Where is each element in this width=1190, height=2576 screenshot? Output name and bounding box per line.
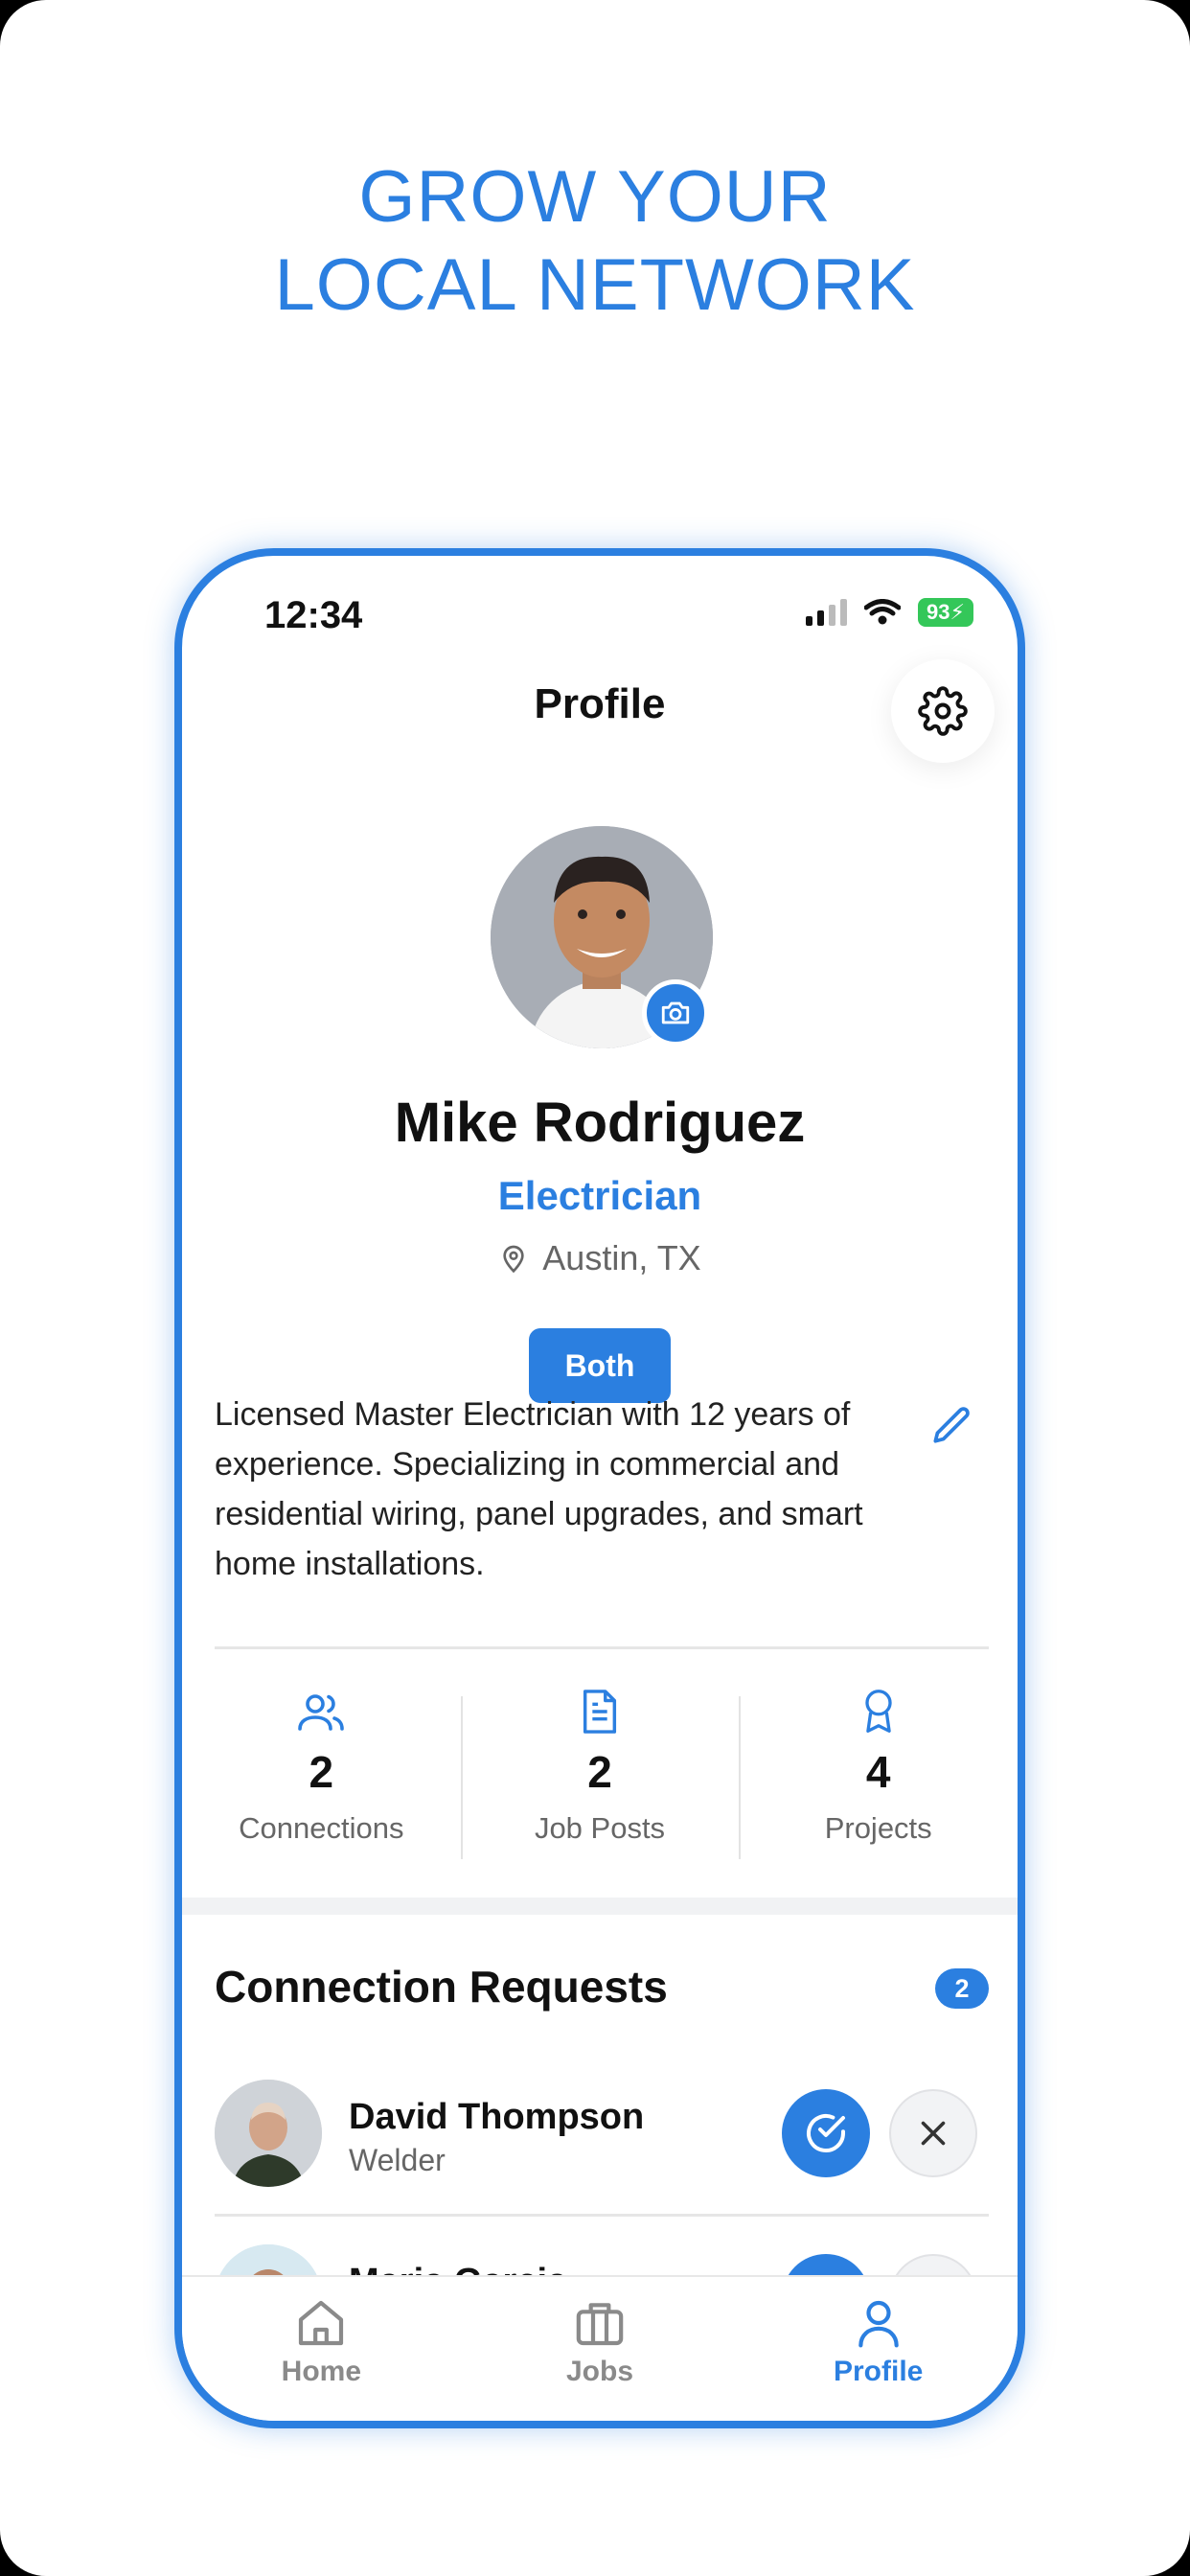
profile-screen: 12:34 93 ⚡ Profile Mike Rodriguez Electr… xyxy=(182,556,1018,2421)
profile-role: Electrician xyxy=(497,1173,702,1218)
stat-value: 4 xyxy=(865,1747,891,1797)
app-store-canvas: GROW YOUR LOCAL NETWORK 12:34 93 ⚡ Profil… xyxy=(0,0,1190,2576)
profile-name: Mike Rodriguez xyxy=(394,1092,806,1154)
request-role: Welder xyxy=(349,2143,446,2177)
headline-line-1: GROW YOUR xyxy=(358,156,832,238)
cellular-signal-icon xyxy=(806,599,847,626)
avatar xyxy=(215,2080,322,2187)
users-icon xyxy=(298,1694,345,1731)
document-icon xyxy=(583,1690,617,1734)
request-name: David Thompson xyxy=(349,2097,645,2137)
location-text: Austin, TX xyxy=(542,1238,701,1277)
phone-frame: 12:34 93 ⚡ Profile Mike Rodriguez Electr… xyxy=(174,548,1025,2428)
settings-button[interactable] xyxy=(891,659,995,763)
section-divider xyxy=(215,1646,989,1649)
wifi-icon xyxy=(864,599,901,625)
headline-line-2: LOCAL NETWORK xyxy=(274,244,916,326)
tab-label: Home xyxy=(281,2356,362,2387)
connection-request-item[interactable]: David Thompson Welder xyxy=(215,2080,989,2189)
gear-icon xyxy=(918,686,968,736)
profile-location: Austin, TX xyxy=(182,1238,1018,1278)
stat-value: 2 xyxy=(309,1747,334,1797)
decline-request-button[interactable] xyxy=(889,2089,977,2177)
close-icon xyxy=(921,2121,946,2146)
marketing-headline: GROW YOUR LOCAL NETWORK xyxy=(0,153,1190,330)
bottom-tab-bar: Home Jobs Profile xyxy=(182,2275,1018,2421)
profile-bio: Licensed Master Electrician with 12 year… xyxy=(215,1396,863,1582)
camera-icon xyxy=(661,1001,690,1024)
tab-label: Profile xyxy=(834,2356,924,2387)
tab-label: Jobs xyxy=(565,2356,634,2387)
stat-label: Job Posts xyxy=(534,1811,666,1845)
status-time: 12:34 xyxy=(264,594,363,636)
stat-value: 2 xyxy=(587,1747,612,1797)
stat-projects[interactable]: 4 Projects xyxy=(739,1687,1018,1859)
battery-icon: 93 ⚡ xyxy=(918,598,973,627)
tab-profile[interactable]: Profile xyxy=(739,2277,1018,2421)
check-circle-icon xyxy=(807,2114,845,2152)
briefcase-icon xyxy=(576,2303,624,2346)
list-divider xyxy=(215,2214,989,2217)
status-icons: 93 ⚡ xyxy=(806,598,973,627)
edit-bio-button[interactable] xyxy=(927,1401,975,1449)
battery-level: 93 xyxy=(927,600,950,624)
profile-stats: 2 Connections 2 Job Posts 4 Projects xyxy=(182,1687,1018,1859)
home-icon xyxy=(299,2300,344,2346)
requests-count-badge: 2 xyxy=(935,1968,989,2009)
stat-label: Connections xyxy=(239,1811,404,1845)
stat-job-posts[interactable]: 2 Job Posts xyxy=(460,1687,740,1859)
section-separator xyxy=(182,1898,1018,1915)
award-icon xyxy=(865,1690,892,1733)
change-photo-button[interactable] xyxy=(642,979,709,1046)
accept-request-button[interactable] xyxy=(782,2089,870,2177)
connection-requests-title: Connection Requests xyxy=(215,1962,668,2012)
tab-jobs[interactable]: Jobs xyxy=(461,2277,740,2421)
stat-label: Projects xyxy=(824,1811,932,1845)
pencil-icon xyxy=(933,1407,970,1443)
stat-connections[interactable]: 2 Connections xyxy=(182,1687,461,1859)
location-pin-icon xyxy=(503,1245,524,1274)
person-icon xyxy=(858,2300,899,2348)
tab-home[interactable]: Home xyxy=(182,2277,461,2421)
